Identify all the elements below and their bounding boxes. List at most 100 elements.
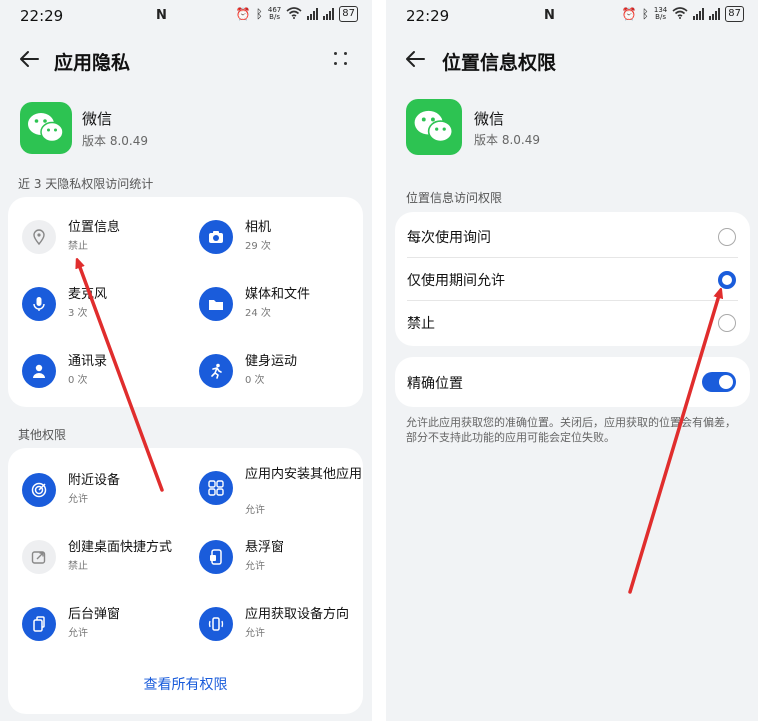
alarm-icon: ⏰ bbox=[235, 7, 251, 21]
precise-location-row[interactable]: 精确位置 bbox=[395, 361, 750, 403]
perm-nearby-devices[interactable]: 附近设备 允许 bbox=[22, 468, 192, 518]
signal-2-icon bbox=[709, 8, 721, 20]
option-allow-while-using[interactable]: 仅使用期间允许 bbox=[395, 258, 750, 300]
camera-icon bbox=[199, 220, 233, 254]
perm-name: 应用获取设备方向 bbox=[245, 607, 350, 622]
battery-icon: 87 bbox=[725, 6, 744, 22]
app-info: 微信 版本 8.0.49 bbox=[20, 102, 350, 156]
running-icon bbox=[199, 354, 233, 388]
option-ask-every-time[interactable]: 每次使用询问 bbox=[395, 215, 750, 257]
perm-status: 允许 bbox=[245, 628, 265, 639]
app-version: 版本 8.0.49 bbox=[82, 134, 148, 148]
battery-icon: 87 bbox=[339, 6, 358, 22]
app-info: 微信 版本 8.0.49 bbox=[406, 99, 736, 155]
app-name: 微信 bbox=[474, 110, 505, 128]
app-name: 微信 bbox=[82, 110, 113, 128]
app-privacy-screen: 22:29 N ⏰ ᛒ 467 B/s 87 应用隐私 微信 版本 8.0.49 … bbox=[0, 0, 372, 721]
perm-install-apps[interactable]: 应用内安装其他应用 允许 bbox=[199, 462, 369, 522]
perm-status: 允许 bbox=[68, 628, 88, 639]
status-time: 22:29 bbox=[20, 7, 64, 25]
perm-name: 媒体和文件 bbox=[245, 287, 311, 302]
perm-name: 通讯录 bbox=[68, 354, 108, 369]
perm-microphone[interactable]: 麦克风 3 次 bbox=[22, 282, 192, 332]
nearby-radar-icon bbox=[22, 473, 56, 507]
folder-icon bbox=[199, 287, 233, 321]
perm-desktop-shortcut[interactable]: 创建桌面快捷方式 禁止 bbox=[22, 535, 192, 585]
nfc-icon: N bbox=[544, 8, 555, 23]
apps-grid-icon bbox=[199, 471, 233, 505]
app-bar: 应用隐私 bbox=[0, 44, 372, 76]
wifi-icon bbox=[286, 6, 302, 22]
background-popup-icon bbox=[22, 607, 56, 641]
page-title: 应用隐私 bbox=[54, 52, 131, 74]
perm-count: 0 次 bbox=[245, 375, 265, 386]
perm-background-popup[interactable]: 后台弹窗 允许 bbox=[22, 602, 192, 652]
perm-device-orientation[interactable]: 应用获取设备方向 允许 bbox=[199, 602, 369, 652]
radio-allow-while-using[interactable] bbox=[718, 271, 736, 289]
stats-section-heading: 近 3 天隐私权限访问统计 bbox=[18, 177, 154, 191]
perm-name: 悬浮窗 bbox=[245, 540, 285, 555]
perm-status: 允许 bbox=[245, 505, 265, 516]
bluetooth-icon: ᛒ bbox=[641, 7, 649, 21]
perm-status: 禁止 bbox=[68, 241, 88, 252]
nfc-icon: N bbox=[156, 8, 167, 23]
perm-status: 允许 bbox=[245, 561, 265, 572]
option-label: 仅使用期间允许 bbox=[407, 273, 505, 289]
radio-deny[interactable] bbox=[718, 314, 736, 332]
location-pin-icon bbox=[22, 220, 56, 254]
view-all-permissions-link[interactable]: 查看所有权限 bbox=[8, 674, 363, 694]
more-options-icon[interactable] bbox=[334, 50, 350, 68]
status-bar: 22:29 N ⏰ ᛒ 467 B/s 87 bbox=[0, 0, 372, 32]
shortcut-icon bbox=[22, 540, 56, 574]
back-arrow-icon[interactable] bbox=[404, 48, 426, 70]
status-time: 22:29 bbox=[406, 7, 450, 25]
signal-2-icon bbox=[323, 8, 335, 20]
perm-media-files[interactable]: 媒体和文件 24 次 bbox=[199, 282, 369, 332]
wifi-icon bbox=[672, 6, 688, 22]
perm-name: 应用内安装其他应用 bbox=[245, 467, 363, 482]
perm-count: 0 次 bbox=[68, 375, 88, 386]
perm-count: 29 次 bbox=[245, 241, 271, 252]
option-deny[interactable]: 禁止 bbox=[395, 301, 750, 343]
wechat-icon bbox=[20, 102, 72, 154]
status-bar: 22:29 N ⏰ ᛒ 134 B/s 87 bbox=[386, 0, 758, 32]
microphone-icon bbox=[22, 287, 56, 321]
perm-name: 位置信息 bbox=[68, 220, 121, 235]
orientation-icon bbox=[199, 607, 233, 641]
perm-floating-window[interactable]: 悬浮窗 允许 bbox=[199, 535, 369, 585]
perm-count: 3 次 bbox=[68, 308, 88, 319]
network-speed: 134 B/s bbox=[653, 6, 668, 21]
perm-camera[interactable]: 相机 29 次 bbox=[199, 215, 369, 265]
perm-fitness[interactable]: 健身运动 0 次 bbox=[199, 349, 369, 399]
perm-status: 禁止 bbox=[68, 561, 88, 572]
page-title: 位置信息权限 bbox=[442, 52, 557, 74]
status-icons: ⏰ ᛒ 467 B/s 87 bbox=[236, 6, 358, 22]
other-perms-card: 附近设备 允许 应用内安装其他应用 允许 创建桌面快捷方式 禁止 悬浮窗 允许 … bbox=[8, 448, 363, 714]
status-icons: ⏰ ᛒ 134 B/s 87 bbox=[622, 6, 744, 22]
location-access-heading: 位置信息访问权限 bbox=[406, 191, 503, 205]
perm-count: 24 次 bbox=[245, 308, 271, 319]
radio-ask-every-time[interactable] bbox=[718, 228, 736, 246]
perm-name: 创建桌面快捷方式 bbox=[68, 540, 173, 555]
back-arrow-icon[interactable] bbox=[18, 48, 40, 70]
location-options-card: 每次使用询问 仅使用期间允许 禁止 bbox=[395, 212, 750, 346]
other-section-heading: 其他权限 bbox=[18, 428, 67, 442]
signal-1-icon bbox=[693, 8, 705, 20]
option-label: 每次使用询问 bbox=[407, 230, 491, 246]
wechat-icon bbox=[406, 99, 462, 155]
app-bar: 位置信息权限 bbox=[386, 44, 758, 76]
option-label: 禁止 bbox=[407, 316, 435, 332]
precise-location-card: 精确位置 bbox=[395, 357, 750, 407]
bluetooth-icon: ᛒ bbox=[255, 7, 263, 21]
stats-card: 位置信息 禁止 相机 29 次 麦克风 3 次 媒体和文件 24 次 通讯录 0… bbox=[8, 197, 363, 407]
perm-name: 附近设备 bbox=[68, 473, 121, 488]
network-speed: 467 B/s bbox=[267, 6, 282, 21]
precise-location-description: 允许此应用获取您的准确位置。关闭后，应用获取的位置会有偏差，部分不支持此功能的应… bbox=[406, 416, 736, 444]
floating-window-icon bbox=[199, 540, 233, 574]
perm-name: 健身运动 bbox=[245, 354, 298, 369]
precise-location-toggle[interactable] bbox=[702, 372, 736, 392]
location-permission-screen: 22:29 N ⏰ ᛒ 134 B/s 87 位置信息权限 微信 版本 8.0.4… bbox=[386, 0, 758, 721]
perm-location[interactable]: 位置信息 禁止 bbox=[22, 215, 192, 265]
precise-location-label: 精确位置 bbox=[407, 376, 463, 392]
perm-contacts[interactable]: 通讯录 0 次 bbox=[22, 349, 192, 399]
